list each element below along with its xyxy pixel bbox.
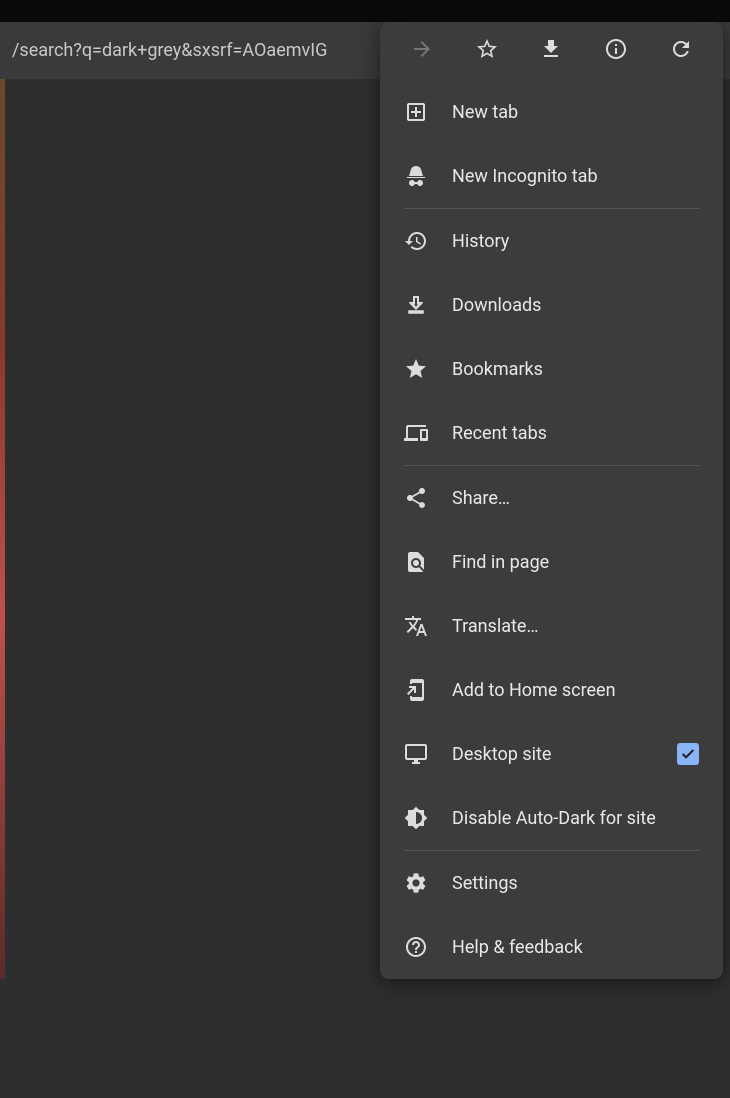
download-icon [539, 37, 563, 65]
downloads-icon [404, 293, 428, 317]
gear-icon [404, 871, 428, 895]
url-text: /search?q=dark+grey&sxsrf=AOaemvIG [12, 40, 327, 61]
menu-item-translate[interactable]: Translate… [380, 594, 723, 658]
page-info-button[interactable] [592, 27, 640, 75]
devices-icon [404, 421, 428, 445]
menu-label: Recent tabs [452, 423, 699, 444]
menu-label: Bookmarks [452, 359, 699, 380]
add-to-home-icon [404, 678, 428, 702]
menu-item-bookmarks[interactable]: Bookmarks [380, 337, 723, 401]
menu-item-downloads[interactable]: Downloads [380, 273, 723, 337]
menu-label: Help & feedback [452, 937, 699, 958]
menu-item-disable-auto-dark[interactable]: Disable Auto-Dark for site [380, 786, 723, 850]
desktop-site-checkbox[interactable] [677, 743, 699, 765]
download-button[interactable] [527, 27, 575, 75]
left-edge-strip [0, 79, 5, 979]
desktop-icon [404, 742, 428, 766]
find-in-page-icon [404, 550, 428, 574]
brightness-icon [404, 806, 428, 830]
menu-item-add-to-home-screen[interactable]: Add to Home screen [380, 658, 723, 722]
menu-label: Disable Auto-Dark for site [452, 808, 699, 829]
menu-label: New tab [452, 102, 699, 123]
help-icon [404, 935, 428, 959]
menu-item-settings[interactable]: Settings [380, 851, 723, 915]
menu-label: Downloads [452, 295, 699, 316]
share-icon [404, 486, 428, 510]
info-icon [604, 37, 628, 65]
menu-item-help-feedback[interactable]: Help & feedback [380, 915, 723, 979]
refresh-icon [669, 37, 693, 65]
menu-item-find-in-page[interactable]: Find in page [380, 530, 723, 594]
overflow-menu: New tab New Incognito tab History Downlo… [380, 22, 723, 979]
menu-item-new-incognito-tab[interactable]: New Incognito tab [380, 144, 723, 208]
reload-button[interactable] [657, 27, 705, 75]
menu-item-share[interactable]: Share… [380, 466, 723, 530]
star-icon [404, 357, 428, 381]
menu-item-history[interactable]: History [380, 209, 723, 273]
star-outline-icon [475, 37, 499, 65]
incognito-icon [404, 164, 428, 188]
menu-item-new-tab[interactable]: New tab [380, 80, 723, 144]
translate-icon [404, 614, 428, 638]
menu-label: New Incognito tab [452, 166, 699, 187]
arrow-forward-icon [410, 37, 434, 65]
menu-label: History [452, 231, 699, 252]
menu-label: Find in page [452, 552, 699, 573]
menu-label: Share… [452, 488, 699, 509]
menu-label: Settings [452, 873, 699, 894]
menu-label: Translate… [452, 616, 699, 637]
menu-label: Desktop site [452, 744, 677, 765]
menu-item-desktop-site[interactable]: Desktop site [380, 722, 723, 786]
forward-button[interactable] [398, 27, 446, 75]
status-bar [0, 0, 730, 22]
history-icon [404, 229, 428, 253]
menu-item-recent-tabs[interactable]: Recent tabs [380, 401, 723, 465]
plus-box-icon [404, 100, 428, 124]
menu-label: Add to Home screen [452, 680, 699, 701]
menu-toolbar [380, 22, 723, 80]
bookmark-button[interactable] [463, 27, 511, 75]
